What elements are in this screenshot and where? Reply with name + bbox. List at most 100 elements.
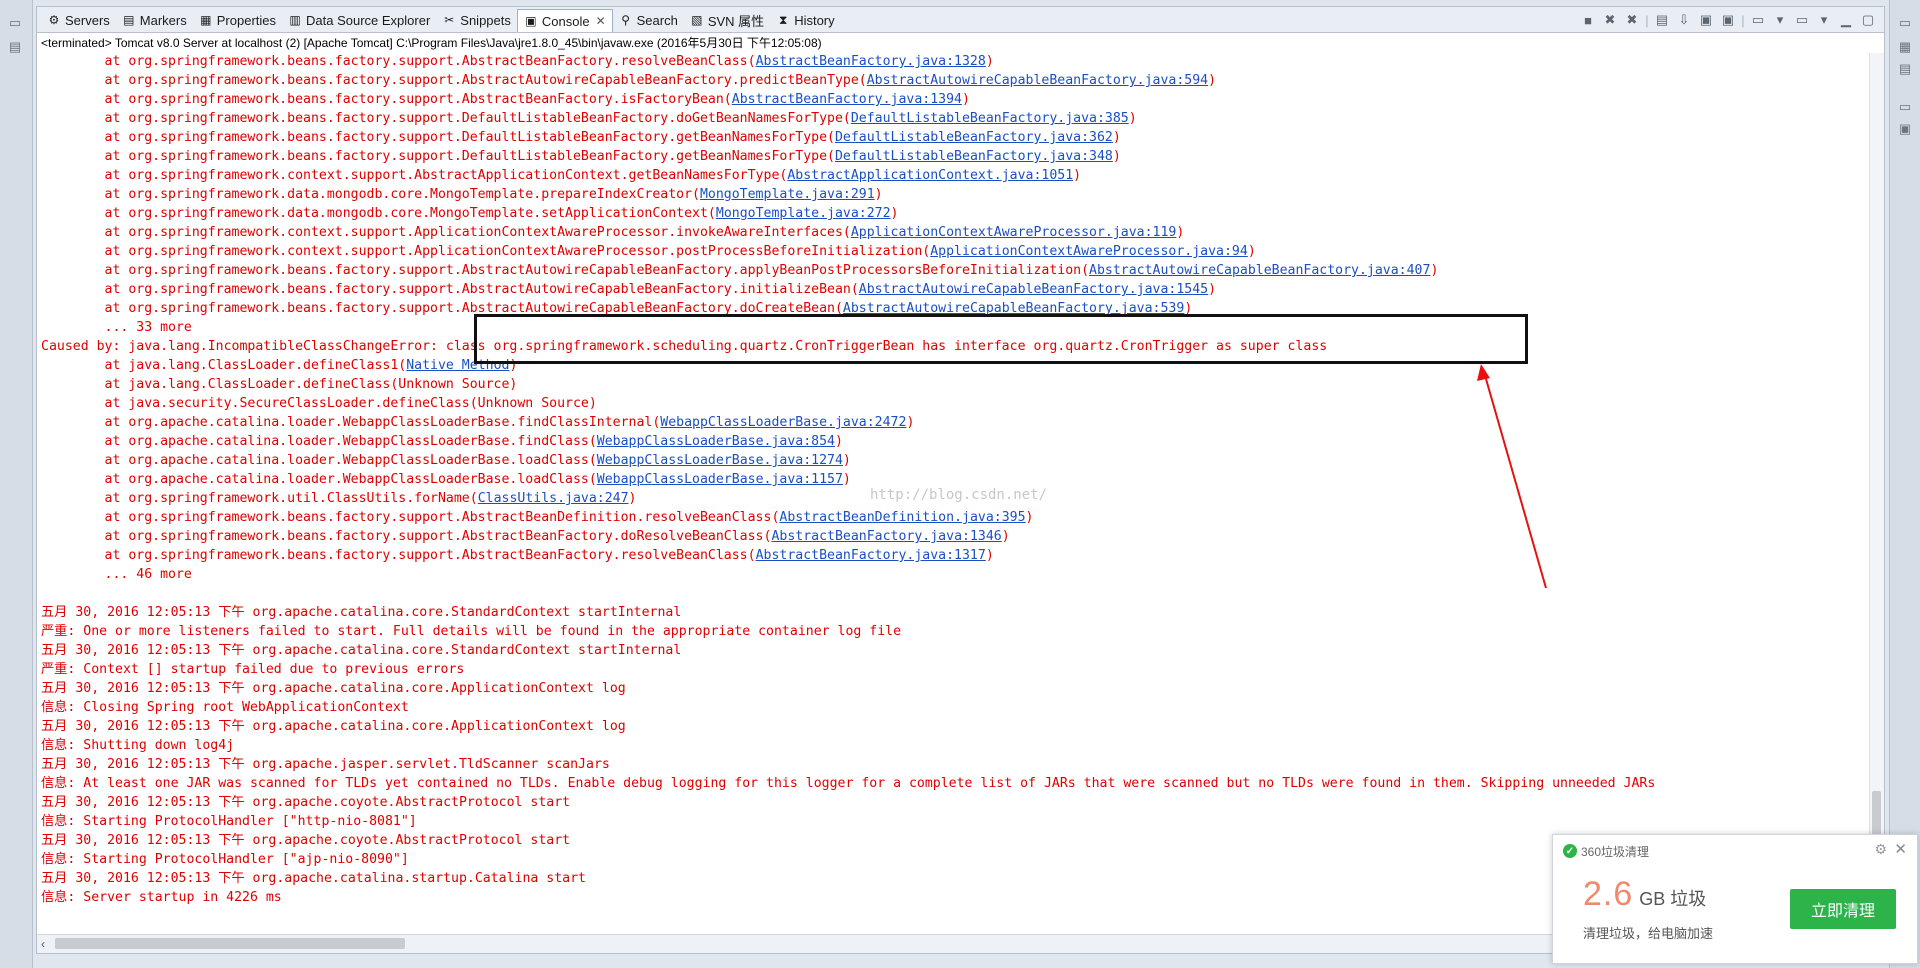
minimize-view-icon[interactable]: ▁	[1836, 10, 1856, 30]
source-link[interactable]: WebappClassLoaderBase.java:1157	[597, 472, 843, 487]
log-line: 严重: One or more listeners failed to star…	[41, 622, 1861, 641]
log-line: at org.springframework.beans.factory.sup…	[41, 147, 1861, 166]
log-line: 严重: Context [] startup failed due to pre…	[41, 660, 1861, 679]
show-on-stderr-icon[interactable]: ▣	[1718, 10, 1738, 30]
tab-label: History	[794, 12, 835, 28]
360-logo-icon: ✓	[1563, 844, 1577, 858]
log-text-end: )	[1208, 282, 1217, 297]
source-link[interactable]: MongoTemplate.java:291	[700, 187, 875, 202]
source-link[interactable]: AbstractAutowireCapableBeanFactory.java:…	[1089, 263, 1430, 278]
console-toolbar: ■ ✖ ✖ | ▤ ⇩ ▣ ▣ | ▭ ▾ ▭ ▾ ▁ ▢	[1578, 10, 1878, 30]
log-text: at java.security.SecureClassLoader.defin…	[41, 396, 597, 411]
log-text: at org.apache.catalina.loader.WebappClas…	[41, 472, 597, 487]
tab-console[interactable]: ▣ Console ✕	[516, 8, 613, 33]
open-console-dropdown-icon[interactable]: ▾	[1814, 10, 1834, 30]
log-text-end: )	[842, 472, 851, 487]
tab-data-source-explorer[interactable]: ▥ Data Source Explorer	[282, 9, 436, 31]
log-text: 五月 30, 2016 12:05:13 下午 org.apache.coyot…	[41, 795, 571, 810]
clear-console-icon[interactable]: ▤	[1652, 10, 1672, 30]
tab-search[interactable]: ⚲ Search	[613, 9, 684, 31]
source-link[interactable]: DefaultListableBeanFactory.java:385	[851, 111, 1129, 126]
display-console-dropdown-icon[interactable]: ▾	[1770, 10, 1790, 30]
source-link[interactable]: DefaultListableBeanFactory.java:348	[835, 149, 1113, 164]
close-icon[interactable]: ✕	[1894, 840, 1907, 858]
log-line: at org.apache.catalina.loader.WebappClas…	[41, 413, 1861, 432]
restore-view-icon-right[interactable]: ▭	[1896, 14, 1914, 32]
log-text: ... 33 more	[41, 320, 192, 335]
log-text-end: )	[874, 187, 883, 202]
pin-console-icon[interactable]: ▭	[1748, 10, 1768, 30]
source-link[interactable]: DefaultListableBeanFactory.java:362	[835, 130, 1113, 145]
restore-view-icon-right-2[interactable]: ▭	[1896, 98, 1914, 116]
toolbar-separator: |	[1645, 12, 1649, 28]
source-link[interactable]: AbstractBeanFactory.java:1328	[756, 54, 986, 69]
source-link[interactable]: WebappClassLoaderBase.java:854	[597, 434, 835, 449]
log-text-end: )	[890, 206, 899, 221]
console-status-line: <terminated> Tomcat v8.0 Server at local…	[41, 36, 822, 50]
open-console-icon[interactable]: ▭	[1792, 10, 1812, 30]
close-tab-icon[interactable]: ✕	[596, 14, 606, 28]
log-text-end: )	[1112, 149, 1121, 164]
log-line: at org.apache.catalina.loader.WebappClas…	[41, 432, 1861, 451]
scroll-left-icon[interactable]: ‹	[41, 937, 45, 951]
annotation-highlight-box	[474, 314, 1528, 364]
task-list-icon[interactable]: ▤	[1896, 60, 1914, 78]
tab-svn[interactable]: ▧ SVN 属性	[684, 9, 770, 31]
restore-view-icon[interactable]: ▭	[6, 14, 24, 32]
log-text-end: )	[985, 548, 994, 563]
source-link[interactable]: AbstractBeanDefinition.java:395	[779, 510, 1025, 525]
log-line: at java.lang.ClassLoader.defineClass(Unk…	[41, 375, 1861, 394]
clean-now-button[interactable]: 立即清理	[1790, 889, 1896, 929]
source-link[interactable]: AbstractApplicationContext.java:1051	[787, 168, 1073, 183]
source-link[interactable]: WebappClassLoaderBase.java:2472	[660, 415, 906, 430]
tab-markers[interactable]: ▤ Markers	[116, 9, 193, 31]
source-link[interactable]: ClassUtils.java:247	[478, 491, 629, 506]
tab-label: SVN 属性	[707, 13, 765, 29]
package-explorer-icon[interactable]: ▤	[6, 38, 24, 56]
log-text: 信息: Closing Spring root WebApplicationCo…	[41, 700, 409, 715]
log-line: at org.springframework.context.support.A…	[41, 242, 1861, 261]
source-link[interactable]: ApplicationContextAwareProcessor.java:94	[930, 244, 1248, 259]
log-line: at org.springframework.beans.factory.sup…	[41, 280, 1861, 299]
outline-icon[interactable]: ▦	[1896, 38, 1914, 56]
log-line: at org.springframework.beans.factory.sup…	[41, 546, 1861, 565]
scroll-lock-icon[interactable]: ⇩	[1674, 10, 1694, 30]
tab-label: Data Source Explorer	[306, 12, 431, 28]
tab-servers[interactable]: ⚙ Servers	[41, 9, 116, 31]
source-link[interactable]: AbstractBeanFactory.java:1394	[732, 92, 962, 107]
servers-icon: ⚙	[48, 13, 60, 27]
source-link[interactable]: AbstractAutowireCapableBeanFactory.java:…	[867, 73, 1208, 88]
log-text: at org.springframework.data.mongodb.core…	[41, 187, 700, 202]
log-text-end: )	[985, 54, 994, 69]
source-link[interactable]: AbstractBeanFactory.java:1317	[756, 548, 986, 563]
junk-size-value: 2.6	[1583, 875, 1634, 913]
tab-history[interactable]: ⧗ History	[770, 9, 840, 31]
palette-icon[interactable]: ▣	[1896, 120, 1914, 138]
maximize-view-icon[interactable]: ▢	[1858, 10, 1878, 30]
vertical-scrollbar[interactable]	[1869, 53, 1884, 933]
source-link[interactable]: AbstractAutowireCapableBeanFactory.java:…	[859, 282, 1208, 297]
popup-description: 清理垃圾，给电脑加速	[1583, 926, 1714, 941]
horizontal-scrollbar-thumb[interactable]	[55, 938, 405, 949]
remove-launch-icon[interactable]: ✖	[1600, 10, 1620, 30]
log-text: at org.springframework.beans.factory.sup…	[41, 529, 772, 544]
show-on-stdout-icon[interactable]: ▣	[1696, 10, 1716, 30]
log-text: at org.springframework.beans.factory.sup…	[41, 92, 732, 107]
log-line: at org.springframework.beans.factory.sup…	[41, 508, 1861, 527]
log-line: at org.springframework.data.mongodb.core…	[41, 204, 1861, 223]
popup-title: 360垃圾清理	[1581, 844, 1650, 859]
popup-header: ✓ 360垃圾清理	[1563, 841, 1649, 861]
log-text-end: )	[1128, 111, 1137, 126]
source-link[interactable]: MongoTemplate.java:272	[716, 206, 891, 221]
terminate-icon[interactable]: ■	[1578, 10, 1598, 30]
tab-properties[interactable]: ▦ Properties	[193, 9, 282, 31]
remove-all-terminated-icon[interactable]: ✖	[1622, 10, 1642, 30]
source-link[interactable]: ApplicationContextAwareProcessor.java:11…	[851, 225, 1177, 240]
tab-snippets[interactable]: ✂ Snippets	[436, 9, 517, 31]
source-link[interactable]: WebappClassLoaderBase.java:1274	[597, 453, 843, 468]
tab-label: Console	[541, 13, 590, 29]
right-trim-bar: ▭ ▦ ▤ ▭ ▣	[1889, 0, 1920, 968]
log-line: at java.security.SecureClassLoader.defin…	[41, 394, 1861, 413]
source-link[interactable]: AbstractBeanFactory.java:1346	[771, 529, 1001, 544]
gear-icon[interactable]: ⚙	[1874, 841, 1887, 858]
